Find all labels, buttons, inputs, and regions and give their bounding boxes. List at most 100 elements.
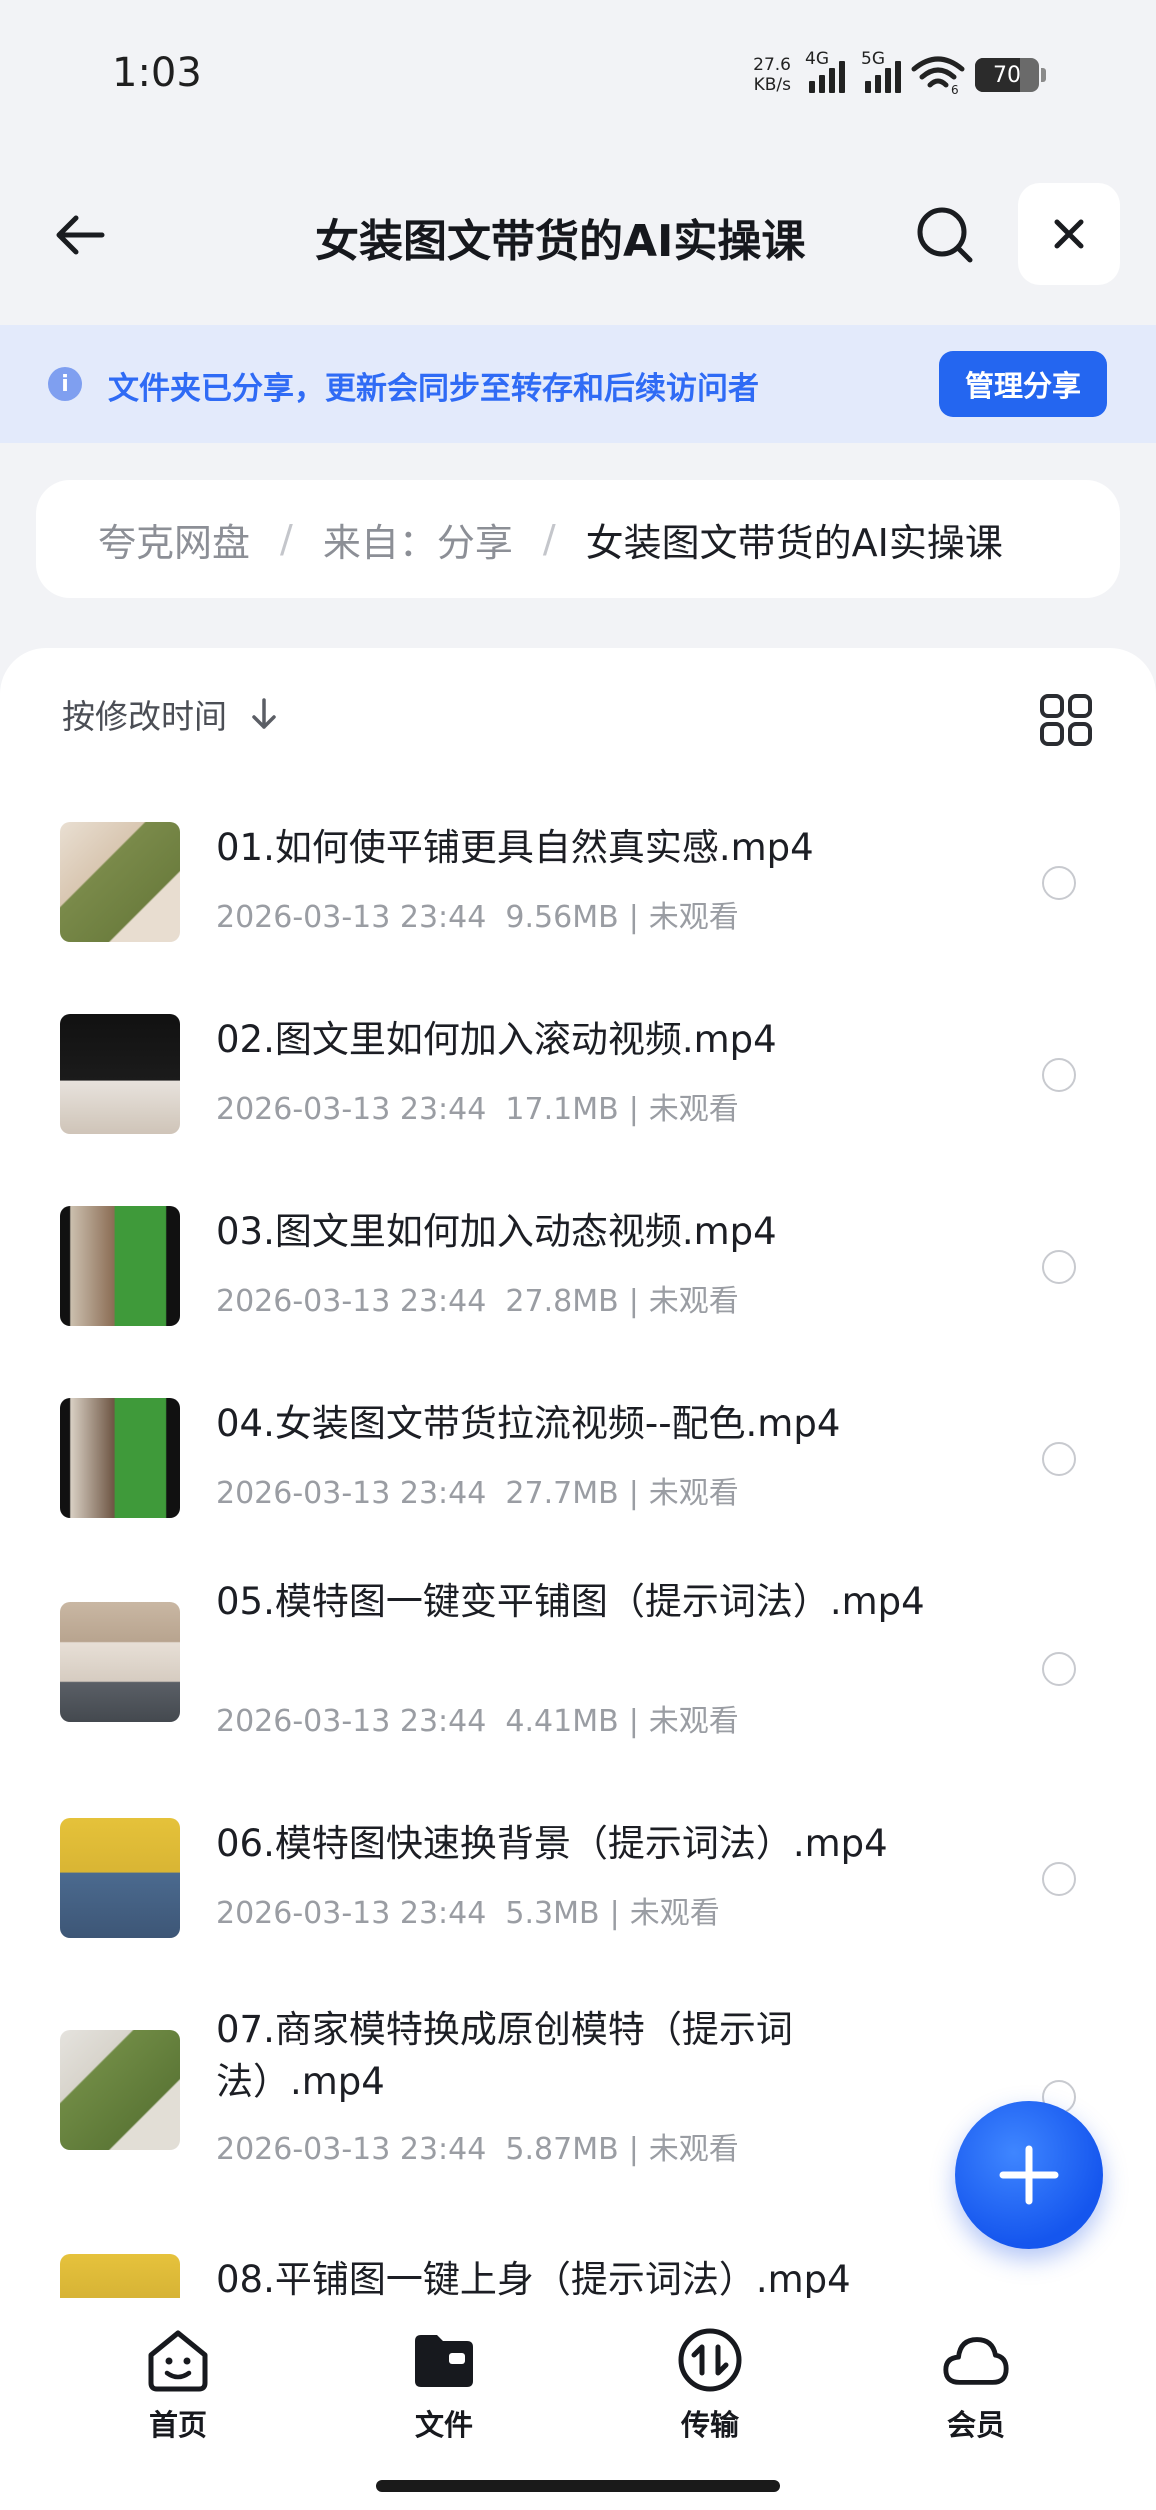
select-checkbox[interactable] bbox=[1042, 1442, 1076, 1476]
breadcrumb-item-current: 女装图文带货的AI实操课 bbox=[585, 520, 1003, 565]
close-icon bbox=[1054, 219, 1084, 249]
select-checkbox[interactable] bbox=[1042, 1652, 1076, 1686]
file-meta: 2026-03-13 23:44 17.1MB | 未观看 bbox=[216, 1092, 739, 1127]
network-speed-unit: KB/s bbox=[753, 75, 791, 95]
share-banner: i 文件夹已分享，更新会同步至转存和后续访问者 管理分享 bbox=[0, 325, 1156, 443]
file-meta: 2026-03-13 23:44 27.7MB | 未观看 bbox=[216, 1476, 739, 1511]
nav-item-home[interactable]: 首页 bbox=[108, 2324, 248, 2444]
signal-4g-icon: 4G bbox=[805, 49, 845, 93]
video-thumbnail bbox=[60, 2254, 180, 2298]
watch-status: 未观看 bbox=[648, 1092, 739, 1127]
home-indicator[interactable] bbox=[376, 2480, 780, 2492]
file-date: 2026-03-13 23:44 bbox=[216, 1896, 487, 1931]
arrow-down-icon bbox=[252, 698, 276, 729]
video-thumbnail bbox=[60, 1602, 180, 1722]
file-date: 2026-03-13 23:44 bbox=[216, 900, 487, 935]
breadcrumb-item-share[interactable]: 来自：分享 bbox=[323, 512, 513, 567]
cloud-icon bbox=[940, 2324, 1012, 2396]
sort-label: 按修改时间 bbox=[62, 697, 227, 736]
add-button[interactable] bbox=[955, 2101, 1103, 2249]
file-meta: 2026-03-13 23:44 5.3MB | 未观看 bbox=[216, 1896, 720, 1931]
select-checkbox[interactable] bbox=[1042, 866, 1076, 900]
file-date: 2026-03-13 23:44 bbox=[216, 2132, 487, 2167]
status-time: 1:03 bbox=[112, 50, 202, 96]
list-item[interactable]: 08.平铺图一键上身（提示词法）.mp4 bbox=[0, 2240, 1156, 2298]
file-name: 06.模特图快速换背景（提示词法）.mp4 bbox=[216, 1822, 888, 1865]
sort-button[interactable]: 按修改时间 bbox=[62, 690, 279, 738]
transfer-icon bbox=[674, 2324, 746, 2396]
home-face-icon bbox=[142, 2324, 214, 2396]
signal-5g-icon: 5G bbox=[861, 49, 901, 93]
file-list-panel: 按修改时间 01.如何使平铺更具自然真实感.mp4 2026-03-13 23:… bbox=[0, 648, 1156, 2298]
manage-share-button[interactable]: 管理分享 bbox=[939, 351, 1107, 417]
select-checkbox[interactable] bbox=[1042, 1250, 1076, 1284]
breadcrumb-separator: / bbox=[542, 517, 556, 561]
video-thumbnail bbox=[60, 822, 180, 942]
file-meta: 2026-03-13 23:44 4.41MB | 未观看 bbox=[216, 1704, 739, 1739]
breadcrumb-item-root[interactable]: 夸克网盘 bbox=[98, 512, 250, 567]
grid-view-button[interactable] bbox=[1038, 692, 1094, 748]
file-size: 27.7MB bbox=[505, 1476, 619, 1511]
list-item[interactable]: 05.模特图一键变平铺图（提示词法）.mp4 2026-03-13 23:44 … bbox=[0, 1576, 1156, 1806]
breadcrumb: 夸克网盘 / 来自：分享 / 女装图文带货的AI实操课 bbox=[36, 480, 1120, 598]
nav-item-membership[interactable]: 会员 bbox=[906, 2324, 1046, 2444]
wifi-icon: 6 bbox=[911, 55, 965, 97]
status-bar: 1:03 27.6 KB/s 4G 5G 6 70 bbox=[0, 0, 1156, 150]
nav-label-files: 文件 bbox=[414, 2408, 473, 2442]
file-size: 5.87MB bbox=[505, 2132, 619, 2167]
nav-item-files[interactable]: 文件 bbox=[374, 2324, 514, 2444]
file-name: 05.模特图一键变平铺图（提示词法）.mp4 bbox=[216, 1580, 925, 1623]
file-name: 04.女装图文带货拉流视频--配色.mp4 bbox=[216, 1402, 841, 1445]
wifi-label: 6 bbox=[951, 83, 959, 95]
list-item[interactable]: 06.模特图快速换背景（提示词法）.mp4 2026-03-13 23:44 5… bbox=[0, 1804, 1156, 1984]
list-item[interactable]: 04.女装图文带货拉流视频--配色.mp4 2026-03-13 23:44 2… bbox=[0, 1384, 1156, 1564]
back-button[interactable] bbox=[40, 195, 120, 275]
nav-item-transfer[interactable]: 传输 bbox=[640, 2324, 780, 2444]
search-button[interactable] bbox=[905, 195, 985, 275]
watch-status: 未观看 bbox=[648, 900, 739, 935]
list-item[interactable]: 02.图文里如何加入滚动视频.mp4 2026-03-13 23:44 17.1… bbox=[0, 1000, 1156, 1180]
video-thumbnail bbox=[60, 1398, 180, 1518]
bottom-nav: 首页 文件 传输 会员 bbox=[0, 2298, 1156, 2510]
watch-status: 未观看 bbox=[648, 1476, 739, 1511]
video-thumbnail bbox=[60, 1206, 180, 1326]
watch-status: 未观看 bbox=[648, 2132, 739, 2167]
page-title: 女装图文带货的AI实操课 bbox=[315, 216, 806, 267]
file-meta: 2026-03-13 23:44 27.8MB | 未观看 bbox=[216, 1284, 739, 1319]
list-item[interactable]: 03.图文里如何加入动态视频.mp4 2026-03-13 23:44 27.8… bbox=[0, 1192, 1156, 1372]
file-meta: 2026-03-13 23:44 9.56MB | 未观看 bbox=[216, 900, 739, 935]
file-name: 07.商家模特换成原创模特（提示词法）.mp4 bbox=[216, 2008, 793, 2103]
watch-status: 未观看 bbox=[629, 1896, 720, 1931]
arrow-left-icon bbox=[56, 215, 105, 255]
file-name: 03.图文里如何加入动态视频.mp4 bbox=[216, 1210, 777, 1253]
battery-level: 70 bbox=[993, 62, 1021, 88]
share-banner-text: 文件夹已分享，更新会同步至转存和后续访问者 bbox=[108, 371, 759, 407]
video-thumbnail bbox=[60, 1818, 180, 1938]
file-date: 2026-03-13 23:44 bbox=[216, 1476, 487, 1511]
folder-icon bbox=[408, 2324, 480, 2396]
network-speed-value: 27.6 bbox=[753, 55, 791, 75]
signal-5g-label: 5G bbox=[861, 49, 885, 69]
file-name: 01.如何使平铺更具自然真实感.mp4 bbox=[216, 826, 814, 869]
file-size: 5.3MB bbox=[505, 1896, 600, 1931]
file-size: 27.8MB bbox=[505, 1284, 619, 1319]
list-item[interactable]: 01.如何使平铺更具自然真实感.mp4 2026-03-13 23:44 9.5… bbox=[0, 808, 1156, 988]
file-date: 2026-03-13 23:44 bbox=[216, 1704, 487, 1739]
close-button[interactable] bbox=[1018, 183, 1120, 285]
video-thumbnail bbox=[60, 2030, 180, 2150]
plus-icon bbox=[999, 2145, 1059, 2205]
breadcrumb-separator: / bbox=[280, 517, 293, 561]
info-icon: i bbox=[48, 367, 82, 401]
watch-status: 未观看 bbox=[648, 1284, 739, 1319]
select-checkbox[interactable] bbox=[1042, 1862, 1076, 1896]
file-meta: 2026-03-13 23:44 5.87MB | 未观看 bbox=[216, 2132, 739, 2167]
select-checkbox[interactable] bbox=[1042, 1058, 1076, 1092]
status-icons: 27.6 KB/s 4G 5G 6 70 bbox=[753, 49, 1046, 100]
file-size: 9.56MB bbox=[505, 900, 619, 935]
header: 女装图文带货的AI实操课 bbox=[0, 170, 1156, 300]
page: 1:03 27.6 KB/s 4G 5G 6 70 女装图文带货的AI实操课 i… bbox=[0, 0, 1156, 2510]
signal-4g-label: 4G bbox=[805, 49, 829, 69]
file-size: 4.41MB bbox=[505, 1704, 619, 1739]
file-size: 17.1MB bbox=[505, 1092, 619, 1127]
network-speed: 27.6 KB/s bbox=[753, 55, 791, 95]
